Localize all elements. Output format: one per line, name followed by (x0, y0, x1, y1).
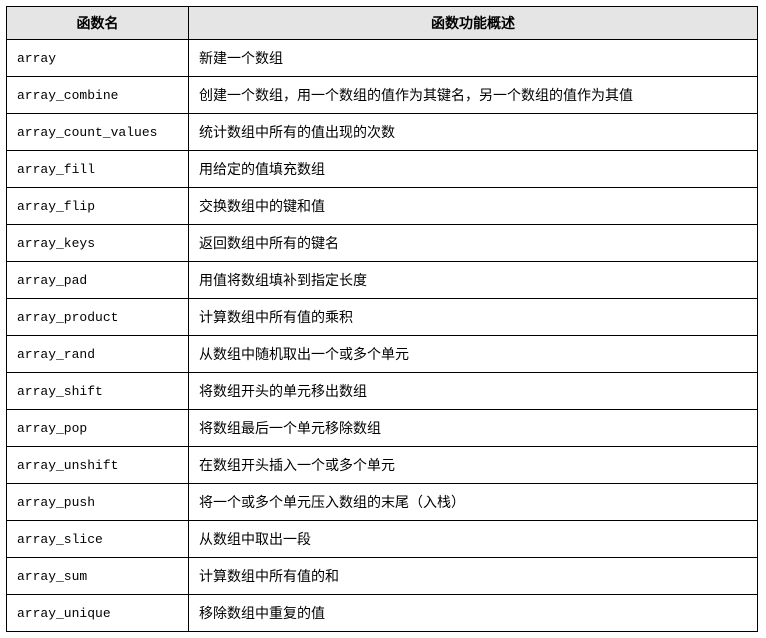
function-description: 将数组开头的单元移出数组 (189, 373, 758, 410)
function-description: 统计数组中所有的值出现的次数 (189, 114, 758, 151)
function-name: array_sum (7, 558, 189, 595)
function-name: array_unshift (7, 447, 189, 484)
table-row: array_pop将数组最后一个单元移除数组 (7, 410, 758, 447)
function-name: array_push (7, 484, 189, 521)
function-name: array_rand (7, 336, 189, 373)
function-description: 计算数组中所有值的和 (189, 558, 758, 595)
table-row: array新建一个数组 (7, 40, 758, 77)
function-name: array_combine (7, 77, 189, 114)
function-name: array_product (7, 299, 189, 336)
table-header-row: 函数名 函数功能概述 (7, 7, 758, 40)
header-desc: 函数功能概述 (189, 7, 758, 40)
table-row: array_slice从数组中取出一段 (7, 521, 758, 558)
function-description: 从数组中随机取出一个或多个单元 (189, 336, 758, 373)
table-row: array_pad用值将数组填补到指定长度 (7, 262, 758, 299)
table-row: array_combine创建一个数组，用一个数组的值作为其键名，另一个数组的值… (7, 77, 758, 114)
function-description: 将一个或多个单元压入数组的末尾（入栈） (189, 484, 758, 521)
function-description: 计算数组中所有值的乘积 (189, 299, 758, 336)
table-row: array_fill用给定的值填充数组 (7, 151, 758, 188)
function-name: array_count_values (7, 114, 189, 151)
function-description: 用值将数组填补到指定长度 (189, 262, 758, 299)
function-name: array_pop (7, 410, 189, 447)
table-row: array_count_values统计数组中所有的值出现的次数 (7, 114, 758, 151)
function-name: array_unique (7, 595, 189, 632)
function-name: array_shift (7, 373, 189, 410)
function-name: array_keys (7, 225, 189, 262)
functions-table: 函数名 函数功能概述 array新建一个数组array_combine创建一个数… (6, 6, 758, 632)
header-name: 函数名 (7, 7, 189, 40)
table-row: array_unshift在数组开头插入一个或多个单元 (7, 447, 758, 484)
function-description: 用给定的值填充数组 (189, 151, 758, 188)
function-description: 返回数组中所有的键名 (189, 225, 758, 262)
function-description: 创建一个数组，用一个数组的值作为其键名，另一个数组的值作为其值 (189, 77, 758, 114)
table-row: array_unique移除数组中重复的值 (7, 595, 758, 632)
function-name: array_fill (7, 151, 189, 188)
table-row: array_rand从数组中随机取出一个或多个单元 (7, 336, 758, 373)
function-description: 从数组中取出一段 (189, 521, 758, 558)
function-description: 将数组最后一个单元移除数组 (189, 410, 758, 447)
table-row: array_product计算数组中所有值的乘积 (7, 299, 758, 336)
function-description: 在数组开头插入一个或多个单元 (189, 447, 758, 484)
function-name: array_flip (7, 188, 189, 225)
table-row: array_shift将数组开头的单元移出数组 (7, 373, 758, 410)
function-description: 新建一个数组 (189, 40, 758, 77)
function-name: array_pad (7, 262, 189, 299)
function-name: array_slice (7, 521, 189, 558)
function-name: array (7, 40, 189, 77)
table-row: array_keys返回数组中所有的键名 (7, 225, 758, 262)
table-row: array_sum计算数组中所有值的和 (7, 558, 758, 595)
function-description: 移除数组中重复的值 (189, 595, 758, 632)
table-row: array_push将一个或多个单元压入数组的末尾（入栈） (7, 484, 758, 521)
function-description: 交换数组中的键和值 (189, 188, 758, 225)
table-row: array_flip交换数组中的键和值 (7, 188, 758, 225)
